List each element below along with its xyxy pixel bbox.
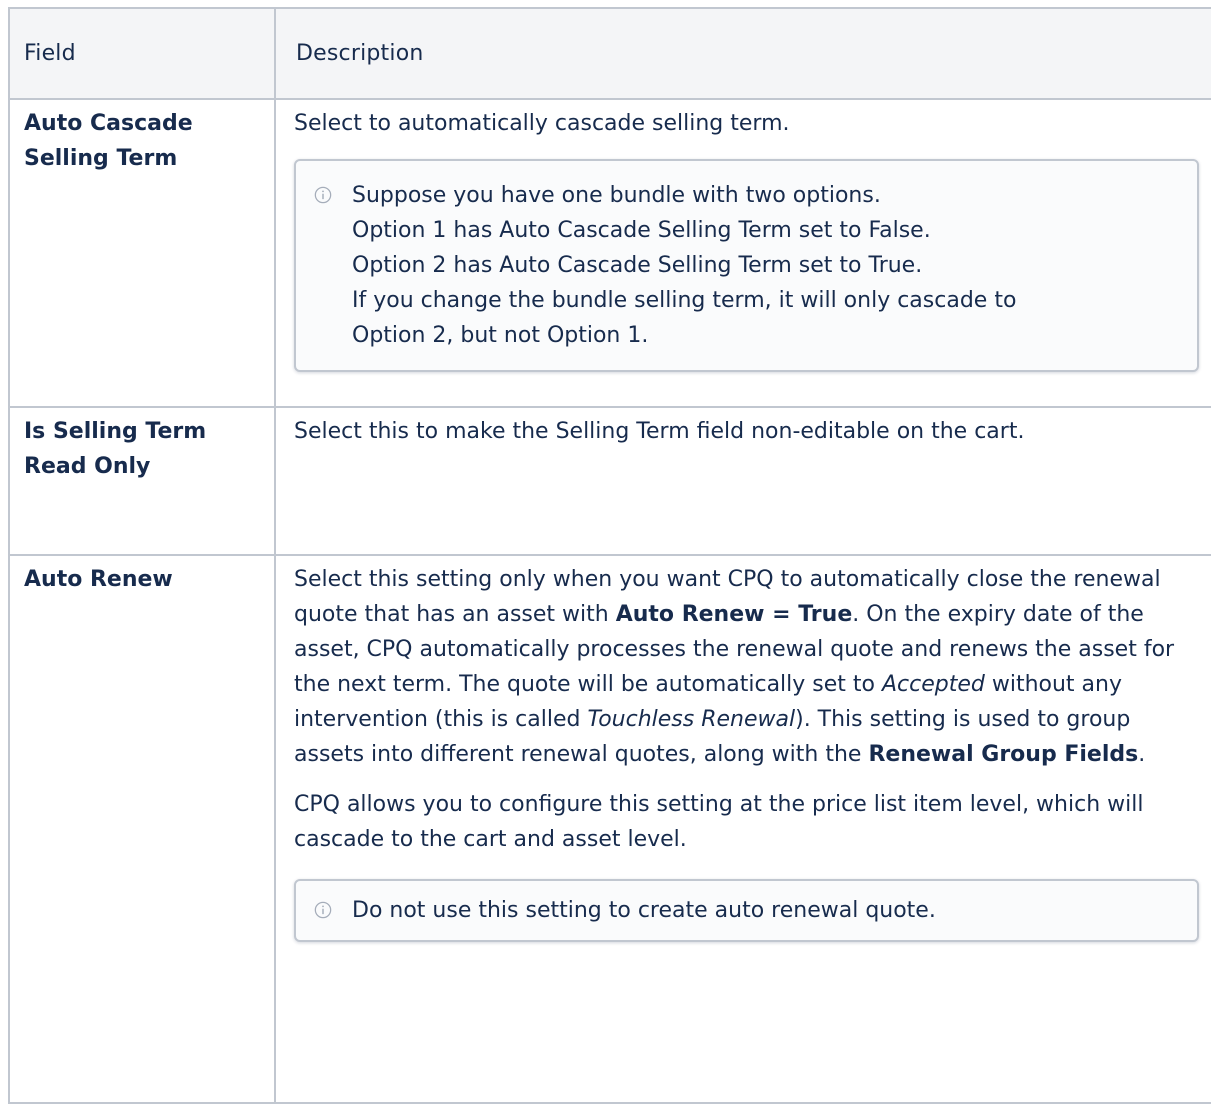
note-line: Option 1 has Auto Cascade Selling Term s… bbox=[352, 218, 931, 243]
italic-term: Accepted bbox=[881, 672, 985, 697]
fields-table: Field Description Auto Cascade Selling T… bbox=[8, 7, 1211, 1104]
text-span: . bbox=[1138, 742, 1146, 767]
description-text: Select this to make the Selling Term fie… bbox=[294, 419, 1025, 444]
description-cell: Select this to make the Selling Term fie… bbox=[274, 406, 1211, 556]
bold-term: Auto Renew = True bbox=[615, 602, 853, 627]
table-row: Is Selling Term Read Only Select this to… bbox=[8, 406, 1211, 556]
info-circle-icon bbox=[314, 186, 332, 204]
field-name-line: Is Selling Term bbox=[24, 419, 207, 444]
field-name-line: Read Only bbox=[24, 454, 151, 479]
header-description: Description bbox=[274, 7, 1211, 100]
info-note: Do not use this setting to create auto r… bbox=[294, 879, 1199, 942]
field-name-line: Auto Cascade bbox=[24, 111, 193, 136]
field-name-line: Auto Renew bbox=[24, 567, 173, 592]
table-row: Auto Renew Select this setting only when… bbox=[8, 554, 1211, 1104]
bold-term: Renewal Group Fields bbox=[868, 742, 1139, 767]
note-line: Do not use this setting to create auto r… bbox=[352, 898, 936, 923]
description-cell: Select this setting only when you want C… bbox=[274, 554, 1211, 1104]
description-paragraph: Select this setting only when you want C… bbox=[294, 562, 1199, 772]
field-name-line: Selling Term bbox=[24, 146, 178, 171]
field-name-cell: Is Selling Term Read Only bbox=[8, 406, 276, 556]
table-row: Auto Cascade Selling Term Select to auto… bbox=[8, 98, 1211, 408]
description-text: Select to automatically cascade selling … bbox=[294, 111, 790, 136]
description-paragraph: CPQ allows you to configure this setting… bbox=[294, 792, 1144, 852]
info-note: Suppose you have one bundle with two opt… bbox=[294, 159, 1199, 372]
note-text: Do not use this setting to create auto r… bbox=[352, 893, 1181, 928]
note-line: If you change the bundle selling term, i… bbox=[352, 288, 1017, 313]
header-field: Field bbox=[8, 7, 276, 100]
note-line: Suppose you have one bundle with two opt… bbox=[352, 183, 881, 208]
note-line: Option 2 has Auto Cascade Selling Term s… bbox=[352, 253, 923, 278]
info-circle-icon bbox=[314, 901, 332, 919]
description-cell: Select to automatically cascade selling … bbox=[274, 98, 1211, 408]
note-line: Option 2, but not Option 1. bbox=[352, 323, 649, 348]
note-text: Suppose you have one bundle with two opt… bbox=[352, 178, 1181, 353]
table-header-row: Field Description bbox=[8, 7, 1211, 100]
field-name-cell: Auto Renew bbox=[8, 554, 276, 1104]
field-name-cell: Auto Cascade Selling Term bbox=[8, 98, 276, 408]
fields-table-container: Field Description Auto Cascade Selling T… bbox=[8, 7, 1211, 1104]
italic-term: Touchless Renewal bbox=[587, 707, 796, 732]
